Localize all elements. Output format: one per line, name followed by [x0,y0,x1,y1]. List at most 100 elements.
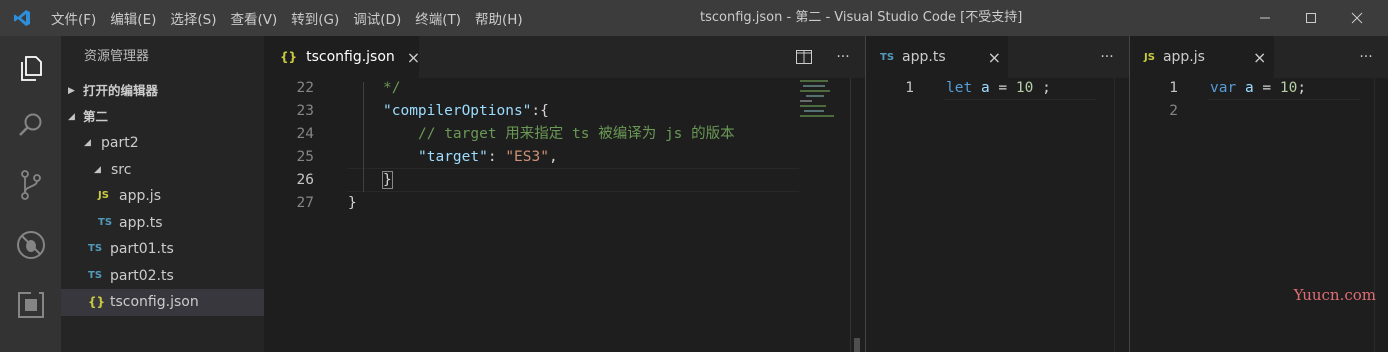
ts-file-icon: TS [88,243,103,254]
menu-selection[interactable]: 选择(S) [163,8,223,28]
vscode-logo-icon [0,0,44,36]
js-file-icon: JS [1144,51,1155,63]
more-actions-icon[interactable]: ··· [829,36,857,78]
tab-bar: TS app.ts × ··· [866,36,1129,78]
menu-debug[interactable]: 调试(D) [346,8,408,28]
scrollbar-thumb[interactable] [854,338,860,352]
tree-item-label: part2 [101,135,139,151]
tree-item-part01-ts[interactable]: TS part01.ts [61,236,264,263]
code-line-1: var a = 10; [1210,77,1306,100]
open-editors-section[interactable]: ▶ 打开的编辑器 [61,78,264,104]
split-editor-icon[interactable] [790,36,818,78]
json-value: "ES3" [505,149,549,165]
tree-item-label: app.js [119,188,161,204]
tree-item-part02-ts[interactable]: TS part02.ts [61,263,264,290]
extensions-icon[interactable] [0,279,61,331]
line-number: 1 [1169,80,1178,96]
scrollbar[interactable] [1374,78,1388,352]
code-area-app-ts[interactable]: let a = 10 ; [946,77,1116,100]
json-punct: : [487,149,506,165]
js-file-icon: JS [98,190,109,201]
number: 10 [1015,80,1034,96]
tree-item-label: src [111,161,132,178]
tab-bar: JS app.js × ··· [1130,36,1388,78]
semicolon: ; [1033,80,1051,96]
more-actions-icon[interactable]: ··· [1093,36,1121,78]
code-area-app-js[interactable]: var a = 10; [1210,77,1370,123]
chevron-right-icon: ▶ [68,86,75,96]
tab-app-ts[interactable]: TS app.ts × [866,36,1008,78]
menu-file[interactable]: 文件(F) [44,8,103,28]
line-number: 25 [296,149,314,165]
tree-item-part2[interactable]: ◢ part2 [61,130,264,157]
tree-item-label: tsconfig.json [110,294,199,310]
keyword: var [1210,80,1237,96]
ts-file-icon: TS [880,51,895,63]
maximize-button[interactable] [1288,0,1334,36]
chevron-down-icon: ◢ [94,164,101,175]
tab-label: app.ts [902,49,946,65]
line-number: 26 [296,172,314,188]
close-icon[interactable]: × [407,48,420,67]
json-key: "compilerOptions" [383,103,532,119]
code-line-25: "target": "ES3", [418,146,558,169]
scrollbar[interactable] [1114,78,1128,352]
line-number: 24 [296,126,314,142]
search-icon[interactable] [0,99,61,151]
close-window-button[interactable] [1334,0,1380,36]
close-icon[interactable]: × [988,48,1001,67]
line-number: 27 [296,195,314,211]
indent-guide [363,82,364,192]
window-title: tsconfig.json - 第二 - Visual Studio Code … [700,10,1023,25]
debug-icon[interactable] [0,219,61,271]
editor-group-1: {} tsconfig.json × ··· 22 23 24 25 26 27… [264,36,865,352]
tree-item-label: app.ts [119,214,163,231]
folder-section[interactable]: ◢ 第二 [61,104,264,130]
tree-item-label: part02.ts [110,267,174,284]
menu-view[interactable]: 查看(V) [224,8,285,28]
tab-label: tsconfig.json [306,49,395,65]
minimap[interactable] [800,78,850,138]
minimize-button[interactable] [1242,0,1288,36]
json-key: "target" [418,149,488,165]
files-icon[interactable] [0,42,61,94]
code-area-tsconfig[interactable]: */ "compilerOptions":{ // target 用来指定 ts… [348,77,798,217]
source-control-icon[interactable] [0,159,61,211]
title-bar: 文件(F) 编辑(E) 选择(S) 查看(V) 转到(G) 调试(D) 终端(T… [0,0,1388,36]
tree-item-src[interactable]: ◢ src [61,157,264,184]
variable: a [1244,80,1254,96]
editor-group-3: JS app.js × ··· 1 2 var a = 10; [1130,36,1388,352]
matched-brace: } [382,171,393,189]
tab-app-js[interactable]: JS app.js × [1130,36,1274,78]
code-line-23: "compilerOptions":{ [383,100,549,123]
menu-bar: 文件(F) 编辑(E) 选择(S) 查看(V) 转到(G) 调试(D) 终端(T… [44,0,530,36]
line-number: 23 [296,103,314,119]
variable: a [980,80,990,96]
menu-go[interactable]: 转到(G) [284,8,346,28]
line-number: 22 [296,80,314,96]
chevron-down-icon: ◢ [84,138,91,148]
ts-file-icon: TS [88,269,103,281]
editor-group-2: TS app.ts × ··· 1 let a = 10 ; [866,36,1129,352]
semicolon: ; [1297,80,1307,96]
comment-end: */ [383,80,401,96]
menu-help[interactable]: 帮助(H) [468,8,530,28]
tab-tsconfig-json[interactable]: {} tsconfig.json × [264,36,420,78]
tree-item-app-ts[interactable]: TS app.ts [61,210,264,237]
json-punct: :{ [531,103,549,119]
explorer-title: 资源管理器 [84,49,150,64]
folder-label: 第二 [83,109,109,124]
more-actions-icon[interactable]: ··· [1352,36,1380,78]
scrollbar[interactable] [850,78,864,352]
menu-edit[interactable]: 编辑(E) [103,8,163,28]
json-punct: , [548,149,558,165]
tree-item-app-js[interactable]: JS app.js [61,183,264,210]
tree-item-tsconfig-json[interactable]: {} tsconfig.json [61,289,264,316]
code-line-24: // target 用来指定 ts 被编译为 js 的版本 [418,123,735,146]
code-line-1: let a = 10 ; [946,77,1051,100]
keyword: let [946,80,973,96]
close-icon[interactable]: × [1253,48,1266,67]
brace: } [348,195,357,211]
tab-label: app.js [1162,49,1205,65]
menu-terminal[interactable]: 终端(T) [408,8,468,28]
